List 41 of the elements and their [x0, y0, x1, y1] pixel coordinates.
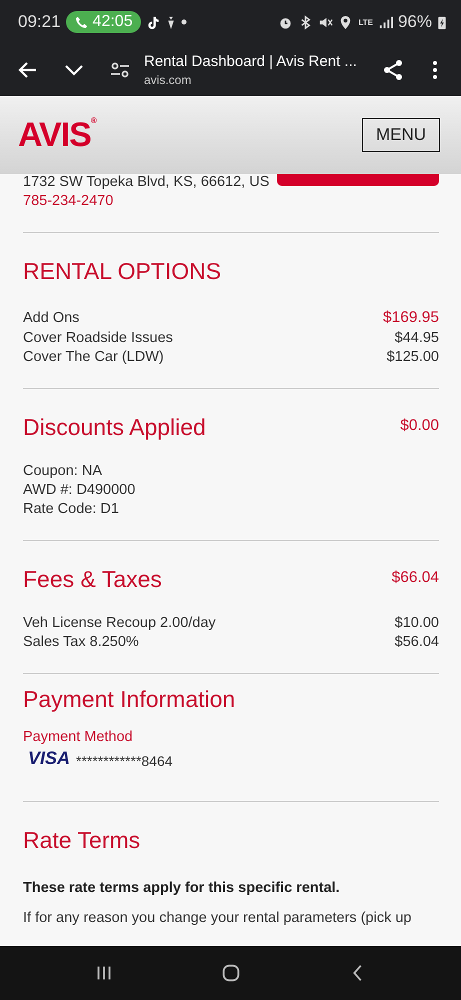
discount-detail: Rate Code: D1: [23, 501, 120, 517]
signal-icon: [378, 14, 393, 30]
rate-terms-text: If for any reason you change your rental parameters (pick up: [23, 910, 412, 926]
share-icon[interactable]: [381, 58, 405, 82]
fee-label: Veh License Recoup 2.00/day: [23, 615, 216, 631]
phone-icon: [74, 14, 89, 30]
network-type: LTE: [358, 18, 373, 26]
fee-amount: $56.04: [394, 634, 439, 650]
option-label: Cover The Car (LDW): [23, 349, 164, 365]
section-heading: Discounts Applied: [23, 414, 206, 441]
discount-total: $0.00: [400, 417, 439, 435]
battery-icon: [437, 14, 447, 30]
dot-icon: [180, 19, 187, 25]
option-label: Add Ons: [23, 310, 80, 326]
music-note-icon: [146, 14, 161, 30]
option-price: $44.95: [394, 330, 439, 346]
url-text[interactable]: avis.com: [144, 73, 359, 87]
fee-label: Sales Tax 8.250%: [23, 634, 139, 650]
visa-logo: VISA: [28, 748, 70, 769]
location-address: 1732 SW Topeka Blvd, KS, 66612, US: [23, 174, 270, 190]
battery-level: 96%: [398, 12, 432, 32]
fee-amount: $10.00: [394, 615, 439, 631]
status-time: 09:21: [18, 12, 61, 32]
page-title: Rental Dashboard | Avis Rent ...: [144, 53, 358, 70]
option-label: Cover Roadside Issues: [23, 330, 173, 346]
option-price: $169.95: [382, 309, 439, 327]
discount-detail: AWD #: D490000: [23, 482, 136, 498]
discount-detail: Coupon: NA: [23, 463, 103, 479]
rate-terms-lead: These rate terms apply for this specific rental.: [23, 880, 341, 896]
option-price: $125.00: [386, 349, 439, 365]
phone-link[interactable]: 785-234-2470: [23, 193, 439, 209]
section-heading: RENTAL OPTIONS: [23, 258, 222, 285]
section-heading: Payment Information: [23, 686, 236, 713]
payment-method-label: Payment Method: [23, 729, 134, 745]
section-heading: Fees & Taxes: [23, 566, 162, 593]
menu-button[interactable]: MENU: [362, 118, 440, 152]
section-heading: Rate Terms: [23, 827, 142, 854]
card-number: ************8464: [76, 753, 173, 769]
fees-total: $66.04: [392, 569, 439, 587]
call-timer: 42:05: [66, 11, 141, 33]
avis-logo[interactable]: AVIS$^{®}$: [18, 116, 97, 154]
